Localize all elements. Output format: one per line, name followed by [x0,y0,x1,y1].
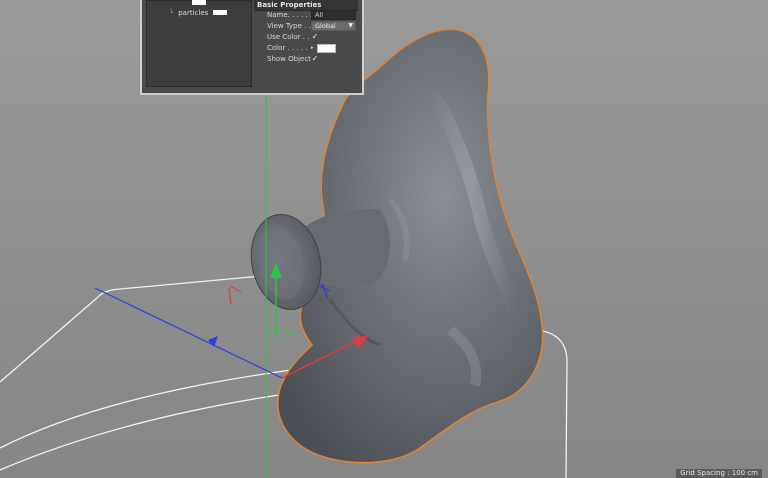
chevron-down-icon: ▼ [348,22,353,29]
tree-item-color-swatch [213,10,228,15]
tree-item-color-swatch [192,0,206,5]
grid-spacing-readout: Grid Spacing : 100 cm [676,469,762,478]
attributes-section: Basic Properties Name. . . . . . . All V… [254,0,358,85]
world-axis-z [94,287,283,379]
color-label: Color . . . . . [267,44,308,52]
tree-item-top[interactable] [187,0,206,7]
view-type-value: Global [315,22,336,30]
use-color-checkbox[interactable]: ✓ [311,33,319,41]
view-type-row: View Type . . Global ▼ [267,21,356,31]
use-color-label: Use Color . . . [267,33,311,41]
name-field[interactable]: All [311,10,356,20]
show-object-row: Show Object ✓ [267,54,319,64]
color-row: Color . . . . . ▸ [267,43,336,53]
show-object-checkbox[interactable]: ✓ [311,55,319,63]
object-tree: └ particles [146,0,252,87]
view-type-dropdown[interactable]: Global ▼ [311,21,356,31]
3d-viewport[interactable]: Grid Spacing : 100 cm [0,0,768,478]
tree-item-label: particles [178,8,209,17]
tree-item-particles[interactable]: └ particles [169,8,228,17]
name-label: Name. . . . . . . [267,11,311,19]
name-row: Name. . . . . . . All [267,10,356,20]
tree-branch-icon: └ [169,8,174,17]
expand-arrow-icon[interactable]: ▸ [311,45,314,51]
axis-z-arrow [208,336,218,347]
object-properties-panel: └ particles Basic Properties Name. . . .… [140,0,364,95]
color-swatch[interactable] [316,43,336,53]
viewport-canvas [0,0,568,478]
show-object-label: Show Object [267,55,311,63]
use-color-row: Use Color . . . ✓ [267,32,319,42]
view-type-label: View Type . . [267,22,311,30]
